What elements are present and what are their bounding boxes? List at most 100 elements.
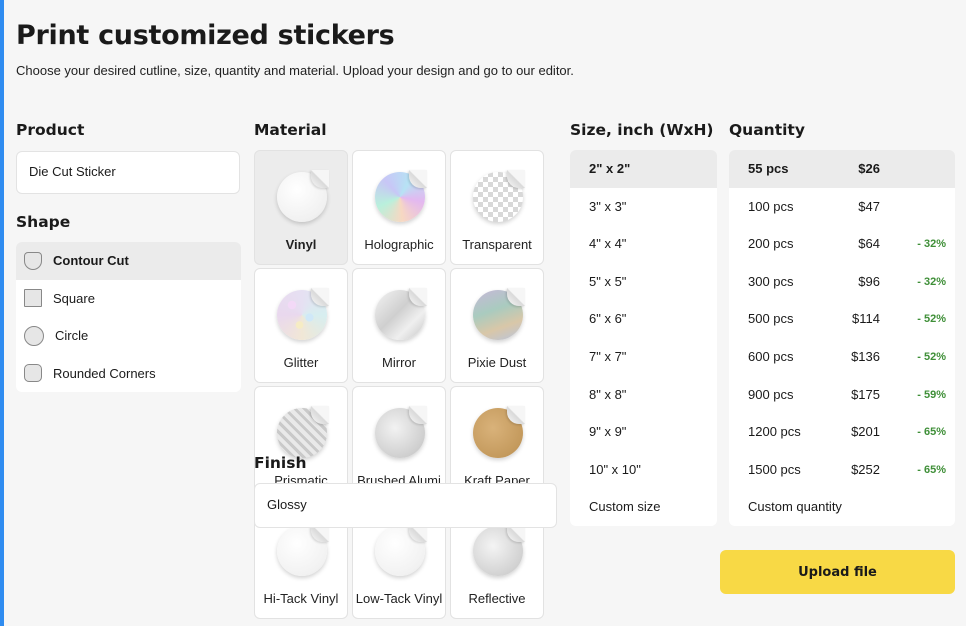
shape-option-rounded-corners[interactable]: Rounded Corners [16,355,241,393]
size-option[interactable]: 6" x 6" [570,300,717,338]
shape-option-label: Rounded Corners [53,365,156,381]
quantity-pcs: 300 pcs [748,273,794,289]
quantity-discount: - 52% [917,313,946,326]
size-option[interactable]: 7" x 7" [570,338,717,376]
holographic-sticker-icon [375,170,427,222]
quantity-pcs: Custom quantity [748,499,842,515]
size-list: 2" x 2" 3" x 3" 4" x 4" 5" x 5" 6" x 6" … [570,150,717,526]
low-tack-vinyl-sticker-icon [375,524,427,576]
material-label: Mirror [382,355,416,370]
quantity-price: $114 [852,311,880,327]
material-label: Hi-Tack Vinyl [263,591,339,606]
finish-heading: Finish [254,454,307,472]
upload-file-button[interactable]: Upload file [720,550,955,594]
quantity-price: $47 [858,198,880,214]
reflective-sticker-icon [473,524,525,576]
glitter-sticker-icon [277,288,329,340]
quantity-option[interactable]: 1500 pcs $252 - 65% [729,451,955,489]
quantity-price: $64 [858,236,880,252]
size-heading: Size, inch (WxH) [570,121,714,139]
material-label: Transparent [462,237,532,252]
quantity-option-custom[interactable]: Custom quantity [729,488,955,526]
product-select[interactable]: Die Cut Sticker [16,151,240,194]
vinyl-sticker-icon [277,170,329,222]
material-card-holographic[interactable]: Holographic [352,150,446,265]
size-option[interactable]: 2" x 2" [570,150,717,188]
quantity-discount: - 52% [917,350,946,363]
left-accent-bar [0,0,4,626]
material-card-transparent[interactable]: Transparent [450,150,544,265]
quantity-list: 55 pcs $26 100 pcs $47 200 pcs $64 - 32%… [729,150,955,526]
size-option-custom[interactable]: Custom size [570,488,717,526]
prismatic-sticker-icon [277,406,329,458]
square-icon [24,289,42,308]
quantity-pcs: 600 pcs [748,348,794,364]
size-option[interactable]: 4" x 4" [570,225,717,263]
transparent-sticker-icon [473,170,525,222]
quantity-discount: - 65% [917,463,946,476]
quantity-pcs: 1200 pcs [748,424,801,440]
material-card-vinyl[interactable]: Vinyl [254,150,348,265]
material-label: Pixie Dust [467,355,527,370]
contour-cut-icon [24,251,42,270]
shape-list: Contour Cut Square Circle Rounded Corner… [16,242,241,392]
shape-option-square[interactable]: Square [16,280,241,318]
material-label: Reflective [468,591,526,606]
brushed-aluminum-sticker-icon [375,406,427,458]
shape-option-label: Circle [55,328,89,344]
size-option[interactable]: 10" x 10" [570,451,717,489]
quantity-option[interactable]: 300 pcs $96 - 32% [729,263,955,301]
page-title: Print customized stickers [16,20,395,51]
shape-option-circle[interactable]: Circle [16,317,241,355]
shape-option-contour-cut[interactable]: Contour Cut [16,242,241,280]
size-option[interactable]: 5" x 5" [570,263,717,301]
size-option[interactable]: 3" x 3" [570,188,717,226]
quantity-option[interactable]: 200 pcs $64 - 32% [729,225,955,263]
quantity-option[interactable]: 500 pcs $114 - 52% [729,300,955,338]
quantity-discount: - 59% [917,388,946,401]
quantity-discount: - 65% [917,426,946,439]
quantity-option[interactable]: 1200 pcs $201 - 65% [729,413,955,451]
quantity-price: $96 [858,273,880,289]
size-option[interactable]: 8" x 8" [570,376,717,414]
product-heading: Product [16,121,85,139]
quantity-pcs: 100 pcs [748,198,794,214]
shape-option-label: Square [53,290,95,306]
material-label: Glitter [283,355,319,370]
quantity-discount: - 32% [917,275,946,288]
material-card-glitter[interactable]: Glitter [254,268,348,383]
quantity-pcs: 1500 pcs [748,461,801,477]
mirror-sticker-icon [375,288,427,340]
material-label: Low-Tack Vinyl [355,591,443,606]
size-option[interactable]: 9" x 9" [570,413,717,451]
quantity-price: $175 [851,386,880,402]
quantity-price: $26 [858,161,880,176]
material-card-pixie-dust[interactable]: Pixie Dust [450,268,544,383]
shape-heading: Shape [16,213,71,231]
quantity-pcs: 900 pcs [748,386,794,402]
shape-option-label: Contour Cut [53,253,129,269]
quantity-price: $136 [851,348,880,364]
quantity-discount: - 32% [917,238,946,251]
pixie-dust-sticker-icon [473,288,525,340]
quantity-price: $201 [851,424,880,440]
finish-select[interactable]: Glossy [254,483,557,528]
quantity-pcs: 200 pcs [748,236,794,252]
kraft-paper-sticker-icon [473,406,525,458]
quantity-heading: Quantity [729,121,805,139]
quantity-price: $252 [851,461,880,477]
quantity-pcs: 500 pcs [748,311,794,327]
quantity-pcs: 55 pcs [748,161,789,176]
material-card-mirror[interactable]: Mirror [352,268,446,383]
rounded-corners-icon [24,364,42,383]
material-label: Vinyl [285,237,317,252]
circle-icon [24,325,44,346]
quantity-option[interactable]: 900 pcs $175 - 59% [729,376,955,414]
material-label: Holographic [364,237,434,252]
page-subtitle: Choose your desired cutline, size, quant… [16,63,574,78]
quantity-option[interactable]: 55 pcs $26 [729,150,955,188]
quantity-option[interactable]: 100 pcs $47 [729,188,955,226]
quantity-option[interactable]: 600 pcs $136 - 52% [729,338,955,376]
hi-tack-vinyl-sticker-icon [277,524,329,576]
material-heading: Material [254,121,327,139]
